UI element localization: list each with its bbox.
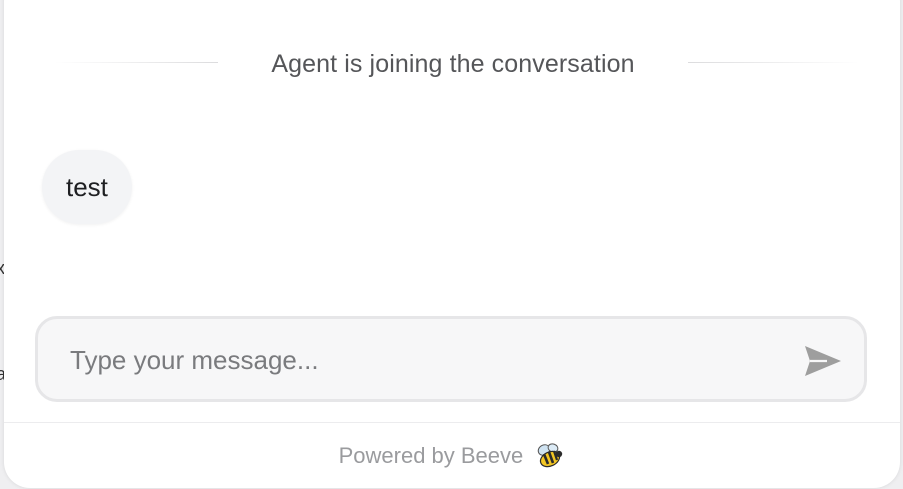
send-icon — [805, 346, 841, 376]
system-message: Agent is joining the conversation — [4, 40, 900, 86]
message-composer — [35, 316, 867, 402]
chat-widget: Agent is joining the conversation test P… — [4, 0, 900, 488]
powered-by-label: Powered by Beeve — [338, 443, 524, 469]
bee-icon — [538, 443, 563, 468]
powered-by: Powered by Beeve — [4, 442, 900, 470]
background-text-fragment: : — [0, 312, 1, 333]
system-message-text: Agent is joining the conversation — [271, 50, 635, 78]
message-text: test — [66, 171, 108, 202]
send-button[interactable] — [800, 341, 846, 381]
message-input[interactable] — [70, 341, 770, 379]
divider-line-right — [688, 62, 860, 63]
divider-line-left — [54, 62, 218, 63]
message-bubble: test — [42, 150, 132, 224]
footer-divider — [4, 422, 900, 423]
